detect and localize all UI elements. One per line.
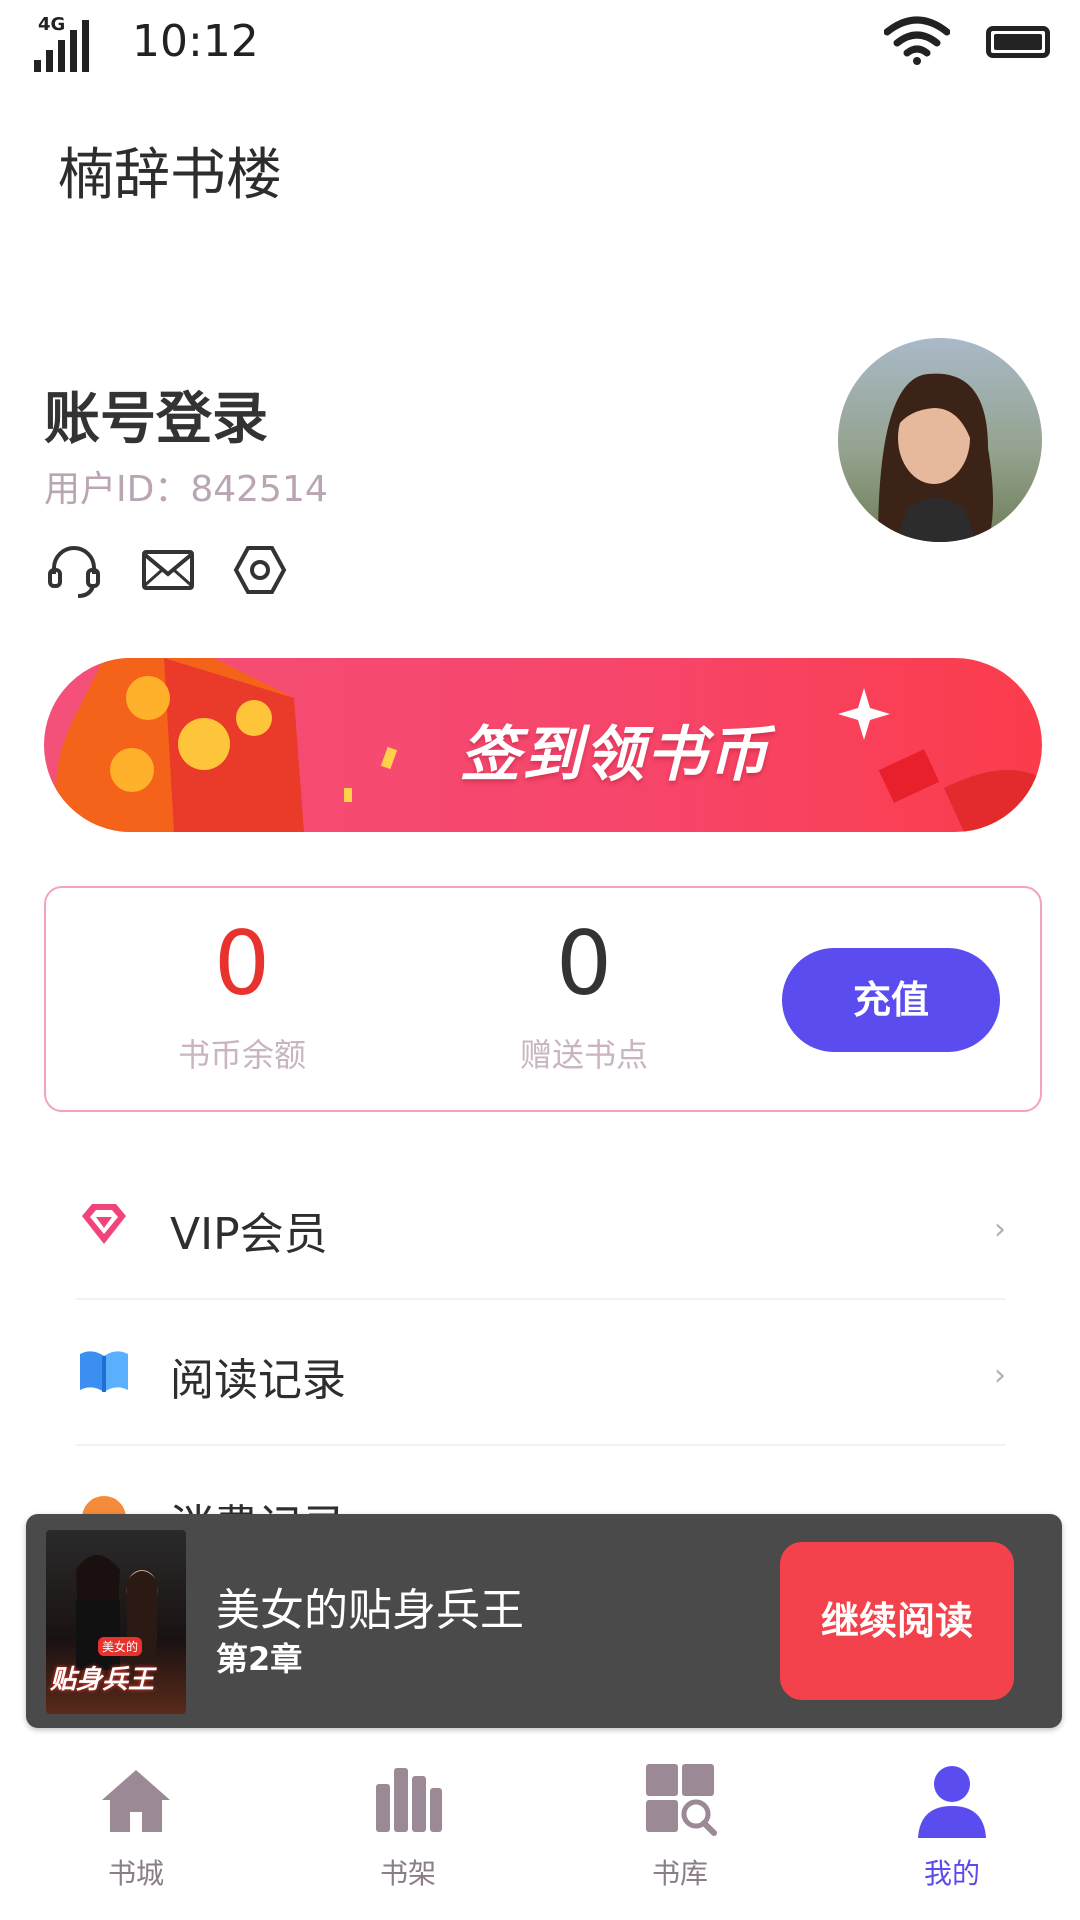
gift-label: 赠送书点 bbox=[519, 1036, 648, 1074]
book-chapter: 第2章 bbox=[216, 1640, 303, 1678]
network-type: 4G bbox=[38, 14, 66, 35]
user-id: 用户ID：842514 bbox=[44, 469, 328, 510]
sign-in-banner[interactable]: 签到领书币 bbox=[44, 658, 1042, 832]
chevron-right-icon: › bbox=[994, 1212, 1006, 1247]
balance-stat: 0 书币余额 bbox=[92, 914, 392, 1076]
home-icon bbox=[102, 1770, 170, 1832]
balance-label: 书币余额 bbox=[177, 1036, 306, 1074]
cellular-signal-icon: 4G bbox=[34, 14, 94, 72]
bookshelf-icon bbox=[376, 1768, 442, 1832]
avatar[interactable] bbox=[838, 338, 1042, 542]
recharge-button[interactable]: 充值 bbox=[782, 948, 1000, 1052]
gift-stat: 0 赠送书点 bbox=[434, 914, 734, 1076]
tab-label-bookstore: 书城 bbox=[107, 1857, 164, 1890]
avatar-photo bbox=[878, 373, 993, 542]
mail-icon[interactable] bbox=[138, 540, 198, 600]
library-search-icon bbox=[646, 1764, 717, 1836]
tab-bookshelf[interactable]: 书架 bbox=[318, 1760, 498, 1900]
continue-reading-button[interactable]: 继续阅读 bbox=[780, 1542, 1014, 1700]
balance-value: 0 bbox=[214, 912, 270, 1015]
cover-tag: 美女的 bbox=[98, 1637, 143, 1656]
banner-text: 签到领书币 bbox=[460, 720, 770, 790]
headset-icon[interactable] bbox=[44, 540, 104, 600]
cover-title: 贴身兵王 bbox=[50, 1665, 155, 1695]
tab-label-bookshelf: 书架 bbox=[379, 1857, 436, 1890]
tab-bookstore[interactable]: 书城 bbox=[46, 1760, 226, 1900]
menu-item-reading-history[interactable]: 阅读记录 › bbox=[76, 1300, 1006, 1446]
tab-library[interactable]: 书库 bbox=[590, 1760, 770, 1900]
tab-label-library: 书库 bbox=[651, 1857, 708, 1890]
battery-icon bbox=[986, 26, 1050, 58]
book-cover[interactable]: 美女的 贴身兵王 bbox=[46, 1530, 186, 1714]
wallet-card: 0 书币余额 0 赠送书点 充值 bbox=[44, 886, 1042, 1112]
menu-label-reading-history: 阅读记录 bbox=[170, 1355, 346, 1406]
book-title: 美女的贴身兵王 bbox=[216, 1585, 524, 1636]
status-time: 10:12 bbox=[132, 16, 259, 67]
tab-mine[interactable]: 我的 bbox=[862, 1760, 1042, 1900]
account-login-title[interactable]: 账号登录 bbox=[44, 374, 268, 455]
wifi-icon bbox=[884, 16, 950, 65]
diamond-icon bbox=[82, 1204, 126, 1244]
continue-reading-bar[interactable]: 美女的 贴身兵王 美女的贴身兵王 第2章 继续阅读 bbox=[26, 1514, 1062, 1728]
menu-label-vip: VIP会员 bbox=[170, 1209, 328, 1260]
chevron-right-icon: › bbox=[994, 1358, 1006, 1393]
user-icon bbox=[918, 1766, 986, 1838]
menu-item-vip[interactable]: VIP会员 › bbox=[76, 1154, 1006, 1300]
settings-icon[interactable] bbox=[230, 540, 290, 600]
book-icon bbox=[80, 1351, 128, 1392]
status-bar: 4G 10:12 bbox=[0, 0, 1080, 90]
app-title: 楠辞书楼 bbox=[58, 143, 282, 208]
gift-value: 0 bbox=[556, 912, 612, 1015]
tab-label-mine: 我的 bbox=[923, 1857, 980, 1890]
